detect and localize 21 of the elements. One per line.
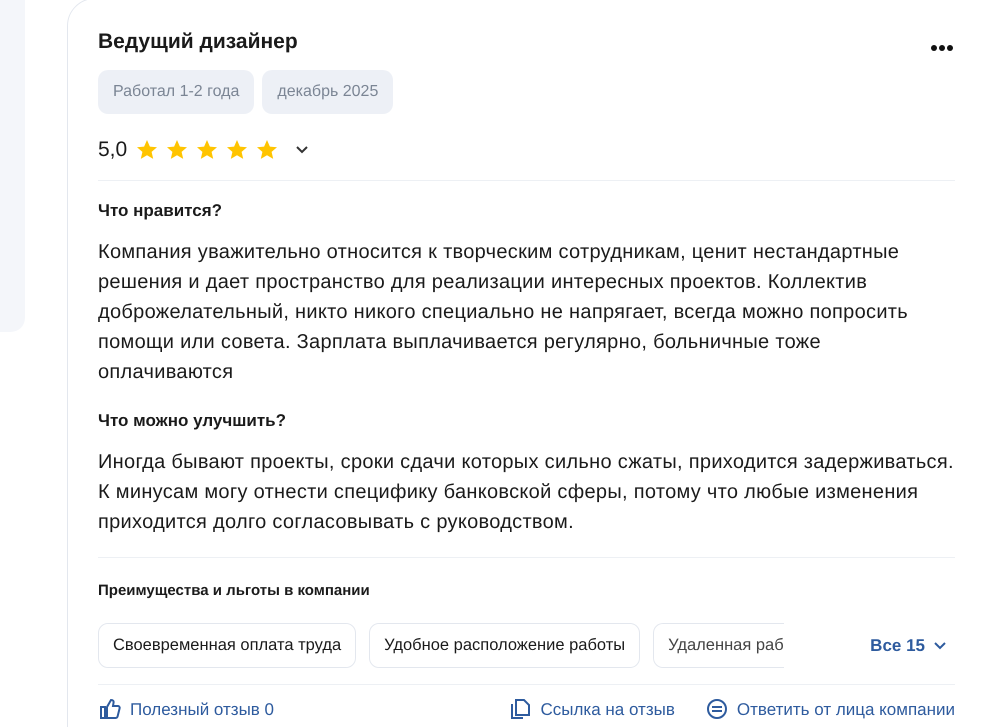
thumbs-up-icon — [98, 697, 122, 722]
benefit-chip: Своевременная оплата труда — [98, 622, 356, 668]
action-link[interactable]: Ответить от лица компании — [704, 696, 955, 722]
speech-icon — [704, 697, 729, 722]
review-text: Иногда бывают проекты, сроки сдачи которых сильно сжаты, приходится задерживаться. К минусам могу отнести специфику банковской сферы, потому что любые изменения приходится долго согласовывать с руководством. — [98, 450, 955, 536]
section-title: Что нравится? — [98, 200, 224, 222]
benefits-title: Преимущества и льготы в компании — [98, 581, 371, 602]
document-icon — [508, 697, 532, 722]
review-text: Компания уважительно относится к творческим сотрудникам, ценит нестандартные решения и дает пространство для реализации интересных проектов. Коллектив доброжелательный, никто никого специально не напрягает, всегда можно попросить помощи или совета. Зарплата выплачивается регулярно, больничные тоже оплачиваются — [98, 240, 909, 386]
benefit-chip: Удаленная раб — [653, 622, 784, 668]
benefit-chip: Удобное расположение работы — [369, 622, 640, 668]
action-link[interactable]: Ссылка на отзыв — [508, 696, 675, 722]
review-tag: декабрь 2025 — [262, 70, 394, 114]
show-all-button[interactable]: Все 15 — [870, 632, 947, 658]
review-tag: Работал 1-2 года — [98, 70, 254, 114]
section-title: Что можно улучшить? — [98, 411, 288, 432]
rating-value: 5,0 — [98, 137, 128, 164]
chevron-down-icon — [933, 640, 947, 650]
action-link[interactable]: Полезный отзыв 0 — [98, 696, 274, 722]
position-title: Ведущий дизайнер — [98, 29, 298, 54]
chevron-down-icon[interactable] — [295, 145, 310, 154]
